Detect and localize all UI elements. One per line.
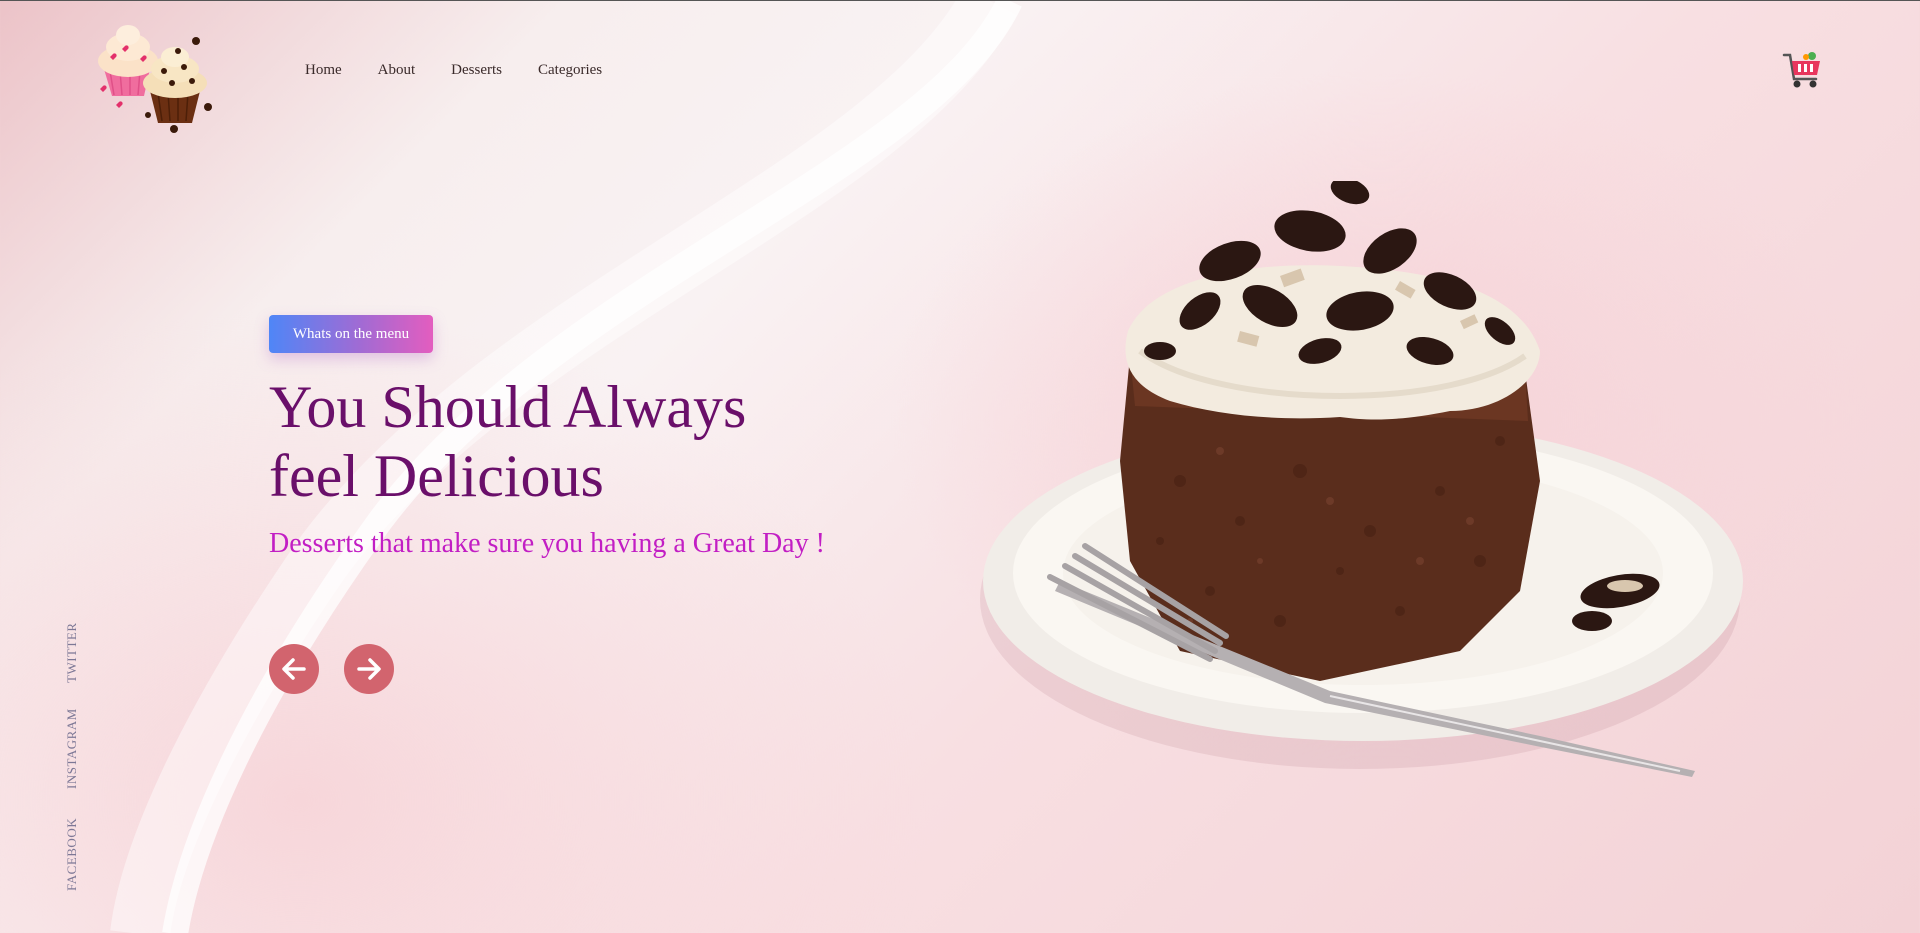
cupcakes-logo[interactable] xyxy=(92,11,232,133)
hero-title: You Should Always feel Delicious xyxy=(269,373,869,511)
nav-categories[interactable]: Categories xyxy=(538,62,602,79)
hero-title-line2: feel Delicious xyxy=(269,443,604,509)
social-instagram-link[interactable]: INSTAGRAM xyxy=(64,708,80,789)
hero-title-line1: You Should Always xyxy=(269,374,747,440)
social-facebook-link[interactable]: FACEBOOK xyxy=(64,818,80,891)
nav-about[interactable]: About xyxy=(378,62,416,79)
nav-home[interactable]: Home xyxy=(305,62,342,79)
nav-desserts[interactable]: Desserts xyxy=(451,62,502,79)
main-nav: Home About Desserts Categories xyxy=(305,62,638,79)
hero-subtitle: Desserts that make sure you having a Gre… xyxy=(269,528,825,559)
whats-on-menu-button[interactable]: Whats on the menu xyxy=(269,315,433,353)
chocolate-cake-image xyxy=(980,177,1760,781)
arrow-left-icon xyxy=(282,658,306,680)
next-slide-button[interactable] xyxy=(344,644,394,694)
social-twitter-link[interactable]: TWITTER xyxy=(64,622,80,683)
prev-slide-button[interactable] xyxy=(269,644,319,694)
shopping-cart-icon[interactable] xyxy=(1782,49,1824,91)
social-links: TWITTER INSTAGRAM FACEBOOK xyxy=(64,621,84,891)
arrow-right-icon xyxy=(357,658,381,680)
